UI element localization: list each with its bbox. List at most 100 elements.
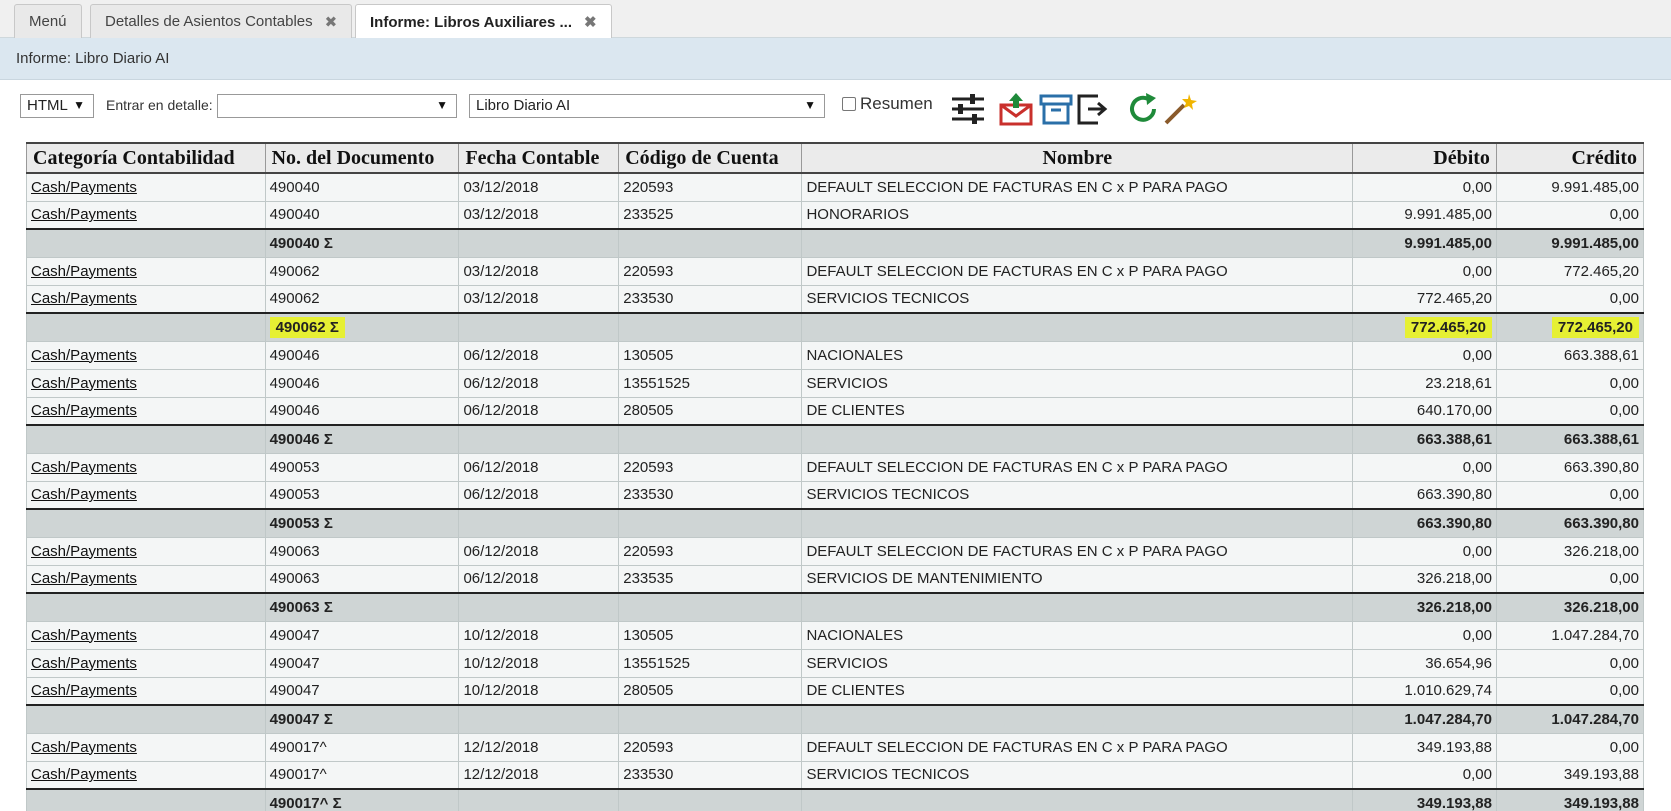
- cell-value: 36.654,96: [1425, 654, 1492, 672]
- table-row: Cash/Payments 490046 06/12/2018 13551525 SER…: [26, 368, 1644, 398]
- cell-value: 326.218,00: [1416, 598, 1492, 616]
- cell-nombre: NACIONALES: [801, 620, 1354, 650]
- cell-value: 1.047.284,70: [1551, 710, 1639, 728]
- export-mail-icon[interactable]: [998, 92, 1034, 126]
- cell-fecha: [458, 704, 620, 734]
- cell-categoria: Cash/Payments: [26, 760, 266, 790]
- cell-debito: 349.193,88: [1352, 788, 1497, 811]
- category-link[interactable]: Cash/Payments: [31, 739, 137, 756]
- summary-checkbox[interactable]: [842, 97, 856, 111]
- format-select[interactable]: HTML ▼: [20, 94, 94, 118]
- cell-codigo-cuenta: 220593: [618, 256, 803, 286]
- cell-value: 663.388,61: [1416, 430, 1492, 448]
- cell-categoria: Cash/Payments: [26, 480, 266, 510]
- cell-debito: 772.465,20: [1352, 312, 1497, 342]
- cell-value: 220593: [623, 262, 674, 280]
- cell-value: 349.193,88: [1416, 738, 1492, 756]
- category-link[interactable]: Cash/Payments: [31, 486, 137, 503]
- cell-debito: 0,00: [1352, 172, 1497, 202]
- report-table-container[interactable]: Categoría Contabilidad No. del Documento…: [26, 142, 1644, 811]
- cell-value: 06/12/2018: [463, 542, 539, 560]
- cell-codigo-cuenta: [618, 592, 803, 622]
- cell-value: 10/12/2018: [463, 682, 539, 700]
- cell-credito: 772.465,20: [1495, 256, 1644, 286]
- category-link[interactable]: Cash/Payments: [31, 682, 137, 699]
- category-link[interactable]: Cash/Payments: [31, 179, 137, 196]
- col-header-fecha[interactable]: Fecha Contable: [458, 142, 620, 174]
- col-header-debito[interactable]: Débito: [1352, 142, 1497, 174]
- tab-detalles-asientos[interactable]: Detalles de Asientos Contables ✖: [90, 4, 353, 38]
- cell-codigo-cuenta: 220593: [618, 536, 803, 566]
- category-link[interactable]: Cash/Payments: [31, 206, 137, 223]
- cell-value: 233530: [623, 486, 674, 504]
- cell-codigo-cuenta: [618, 228, 803, 258]
- cell-credito: 1.047.284,70: [1495, 620, 1644, 650]
- cell-fecha: 06/12/2018: [458, 536, 620, 566]
- cell-credito: 9.991.485,00: [1495, 228, 1644, 258]
- cell-codigo-cuenta: [618, 508, 803, 538]
- col-header-codigo-cuenta[interactable]: Código de Cuenta: [618, 142, 803, 174]
- col-header-credito[interactable]: Crédito: [1495, 142, 1644, 174]
- cell-value: 490053: [269, 458, 320, 476]
- cell-value: DEFAULT SELECCION DE FACTURAS EN C x P P…: [806, 738, 1228, 756]
- cell-value: SERVICIOS: [806, 654, 888, 672]
- close-icon[interactable]: ✖: [325, 13, 338, 31]
- cell-value: 0,00: [1609, 570, 1639, 588]
- cell-codigo-cuenta: 220593: [618, 732, 803, 762]
- cell-value: 490046 Σ: [269, 430, 333, 448]
- cell-documento: 490063: [264, 564, 460, 594]
- cell-value: 0,00: [1462, 542, 1492, 560]
- cell-fecha: 10/12/2018: [458, 676, 620, 706]
- cell-debito: 663.388,61: [1352, 424, 1497, 454]
- cell-value: 06/12/2018: [463, 570, 539, 588]
- cell-categoria: [26, 228, 266, 258]
- category-link[interactable]: Cash/Payments: [31, 375, 137, 392]
- subtotal-row: 490053 Σ 663.390,80 663.390,80: [26, 508, 1644, 538]
- category-link[interactable]: Cash/Payments: [31, 402, 137, 419]
- category-link[interactable]: Cash/Payments: [31, 263, 137, 280]
- cell-value: 0,00: [1609, 402, 1639, 420]
- cell-value: HONORARIOS: [806, 206, 909, 224]
- cell-nombre: NACIONALES: [801, 340, 1354, 370]
- category-link[interactable]: Cash/Payments: [31, 290, 137, 307]
- tab-menu[interactable]: Menú: [14, 4, 82, 38]
- col-header-documento[interactable]: No. del Documento: [264, 142, 460, 174]
- cell-value: 772.465,20: [1563, 262, 1639, 280]
- settings-sliders-icon[interactable]: [950, 92, 986, 126]
- col-header-categoria[interactable]: Categoría Contabilidad: [26, 142, 266, 174]
- cell-nombre: DEFAULT SELECCION DE FACTURAS EN C x P P…: [801, 452, 1354, 482]
- col-header-nombre[interactable]: Nombre: [801, 142, 1354, 174]
- cell-value: 640.170,00: [1416, 402, 1492, 420]
- cell-value: 326.218,00: [1563, 598, 1639, 616]
- archive-icon[interactable]: [1038, 92, 1074, 126]
- close-icon[interactable]: ✖: [584, 13, 597, 31]
- cell-debito: 0,00: [1352, 620, 1497, 650]
- category-link[interactable]: Cash/Payments: [31, 459, 137, 476]
- cell-nombre: SERVICIOS TECNICOS: [801, 480, 1354, 510]
- cell-credito: 326.218,00: [1495, 592, 1644, 622]
- cell-documento: 490047: [264, 620, 460, 650]
- category-link[interactable]: Cash/Payments: [31, 347, 137, 364]
- cell-categoria: Cash/Payments: [26, 284, 266, 314]
- cell-debito: 326.218,00: [1352, 592, 1497, 622]
- category-link[interactable]: Cash/Payments: [31, 627, 137, 644]
- wizard-wand-icon[interactable]: [1162, 92, 1198, 126]
- report-select[interactable]: Libro Diario AI ▼: [469, 94, 825, 118]
- cell-categoria: Cash/Payments: [26, 620, 266, 650]
- category-link[interactable]: Cash/Payments: [31, 543, 137, 560]
- category-link[interactable]: Cash/Payments: [31, 570, 137, 587]
- detail-select[interactable]: ▼: [217, 94, 457, 118]
- cell-value: 490053 Σ: [269, 514, 333, 532]
- tab-informe-libros[interactable]: Informe: Libros Auxiliares ... ✖: [355, 4, 612, 39]
- cell-nombre: DE CLIENTES: [801, 676, 1354, 706]
- cell-debito: 23.218,61: [1352, 368, 1497, 398]
- exit-icon[interactable]: [1074, 92, 1110, 126]
- cell-credito: 663.390,80: [1495, 508, 1644, 538]
- table-header-row: Categoría Contabilidad No. del Documento…: [26, 142, 1644, 174]
- cell-value: 13551525: [623, 654, 690, 672]
- category-link[interactable]: Cash/Payments: [31, 766, 137, 783]
- refresh-icon[interactable]: [1126, 92, 1162, 126]
- category-link[interactable]: Cash/Payments: [31, 655, 137, 672]
- cell-value: 490063: [269, 542, 320, 560]
- cell-value: SERVICIOS TECNICOS: [806, 290, 970, 308]
